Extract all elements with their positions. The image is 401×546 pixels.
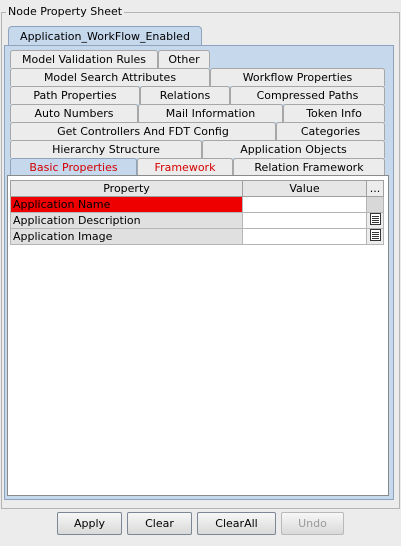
- table-row[interactable]: Application Name: [10, 196, 384, 213]
- tab-model-validation-rules[interactable]: Model Validation Rules: [10, 50, 158, 68]
- tab-auto-numbers[interactable]: Auto Numbers: [10, 104, 138, 122]
- tab-framework[interactable]: Framework: [137, 158, 233, 176]
- property-name-cell[interactable]: Application Image: [10, 228, 243, 245]
- apply-button[interactable]: Apply: [57, 512, 122, 535]
- undo-button[interactable]: Undo: [281, 512, 344, 535]
- property-name-cell[interactable]: Application Description: [10, 212, 243, 229]
- properties-table-container: Property Value ... Application Name Appl…: [7, 175, 389, 496]
- column-header-property[interactable]: Property: [10, 180, 243, 197]
- column-header-more[interactable]: ...: [366, 180, 384, 197]
- tab-mail-information[interactable]: Mail Information: [138, 104, 283, 122]
- tab-hierarchy-structure[interactable]: Hierarchy Structure: [10, 140, 202, 158]
- clear-all-button[interactable]: ClearAll: [197, 512, 276, 535]
- list-icon: [369, 229, 381, 241]
- tab-compressed-paths[interactable]: Compressed Paths: [230, 86, 385, 104]
- tab-token-info[interactable]: Token Info: [283, 104, 385, 122]
- row-button-cell: [366, 196, 384, 213]
- tab-workflow-properties[interactable]: Workflow Properties: [210, 68, 385, 86]
- table-header-row: Property Value ...: [10, 180, 384, 197]
- column-header-value[interactable]: Value: [242, 180, 367, 197]
- tab-application-workflow-enabled[interactable]: Application_WorkFlow_Enabled: [8, 26, 202, 46]
- tab-get-controllers-fdt-config[interactable]: Get Controllers And FDT Config: [10, 122, 276, 140]
- tab-relation-framework[interactable]: Relation Framework: [233, 158, 385, 176]
- edit-description-button[interactable]: [366, 212, 384, 229]
- property-name-cell[interactable]: Application Name: [10, 196, 243, 213]
- tab-basic-properties[interactable]: Basic Properties: [10, 158, 137, 176]
- tab-application-objects[interactable]: Application Objects: [202, 140, 385, 158]
- property-value-cell[interactable]: [242, 196, 367, 213]
- panel-title: Node Property Sheet: [6, 5, 125, 18]
- table-row[interactable]: Application Image: [10, 228, 384, 245]
- edit-image-button[interactable]: [366, 228, 384, 245]
- table-row[interactable]: Application Description: [10, 212, 384, 229]
- document-icon: [369, 213, 381, 225]
- clear-button[interactable]: Clear: [127, 512, 192, 535]
- property-value-cell[interactable]: [242, 228, 367, 245]
- tab-path-properties[interactable]: Path Properties: [10, 86, 140, 104]
- tab-other[interactable]: Other: [158, 50, 210, 68]
- tab-model-search-attributes[interactable]: Model Search Attributes: [10, 68, 210, 86]
- property-value-cell[interactable]: [242, 212, 367, 229]
- tab-categories[interactable]: Categories: [276, 122, 385, 140]
- properties-table: Property Value ... Application Name Appl…: [10, 180, 384, 245]
- tab-relations[interactable]: Relations: [140, 86, 230, 104]
